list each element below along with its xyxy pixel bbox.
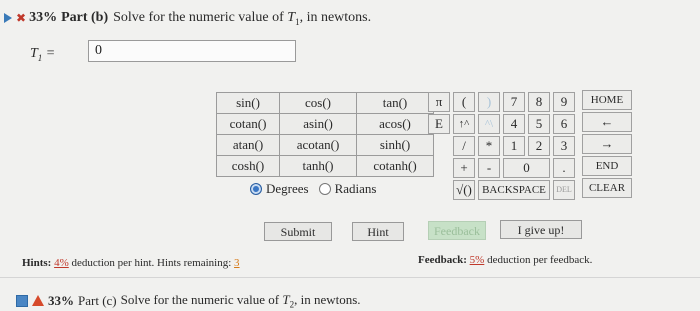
key-1[interactable]: 1 [503, 136, 525, 156]
sqrt-key[interactable]: √() [453, 180, 475, 200]
decimal-key[interactable]: . [553, 158, 575, 178]
plus-key[interactable]: + [453, 158, 475, 178]
incorrect-x-icon: ✖ [16, 11, 27, 25]
acotan-button[interactable]: acotan() [279, 134, 357, 156]
sinh-button[interactable]: sinh() [356, 134, 434, 156]
divide-key[interactable]: / [453, 136, 475, 156]
clear-key[interactable]: CLEAR [582, 178, 632, 198]
close-paren-key[interactable]: ) [478, 92, 500, 112]
cotanh-button[interactable]: cotanh() [356, 155, 434, 177]
backspace-key[interactable]: BACKSPACE [478, 180, 550, 200]
hints-info: Hints: 4% deduction per hint. Hints rema… [22, 257, 240, 269]
open-paren-key[interactable]: ( [453, 92, 475, 112]
del-key[interactable]: DEL [553, 180, 575, 200]
hints-remaining: 3 [234, 257, 240, 269]
angle-mode: Degrees Radians [250, 181, 376, 197]
divider [0, 277, 700, 278]
e-key[interactable]: E [428, 114, 450, 134]
part-b-header: ✖ 33% Part (b) Solve for the numeric val… [4, 8, 371, 28]
part-c-label: Part (c) [78, 292, 117, 308]
tanh-button[interactable]: tanh() [279, 155, 357, 177]
key-4[interactable]: 4 [503, 114, 525, 134]
pi-key[interactable]: π [428, 92, 450, 112]
collapse-square-icon[interactable] [16, 294, 28, 307]
hint-button[interactable]: Hint [352, 222, 404, 241]
key-8[interactable]: 8 [528, 92, 550, 112]
sin-button[interactable]: sin() [216, 92, 280, 114]
atan-button[interactable]: atan() [216, 134, 280, 156]
feedback-info: Feedback: 5% deduction per feedback. [418, 254, 593, 266]
degrees-radio[interactable] [250, 183, 262, 195]
part-c-percent: 33% [48, 292, 74, 308]
tan-button[interactable]: tan() [356, 92, 434, 114]
warning-triangle-icon [32, 295, 44, 307]
feedback-deduction: 5% [469, 254, 485, 266]
expand-arrow-icon[interactable] [4, 13, 12, 23]
give-up-button[interactable]: I give up! [500, 220, 582, 239]
key-9[interactable]: 9 [553, 92, 575, 112]
part-b-prompt: Solve for the numeric value of T1, in ne… [113, 9, 372, 27]
right-arrow-key[interactable]: → [582, 134, 632, 154]
end-key[interactable]: END [582, 156, 632, 176]
hint-deduction: 4% [54, 257, 69, 269]
feedback-button[interactable]: Feedback [428, 221, 486, 240]
key-0[interactable]: 0 [503, 158, 550, 178]
key-6[interactable]: 6 [553, 114, 575, 134]
minus-key[interactable]: - [478, 158, 500, 178]
part-c-header[interactable]: 33% Part (c) Solve for the numeric value… [16, 292, 361, 310]
acos-button[interactable]: acos() [356, 113, 434, 135]
key-3[interactable]: 3 [553, 136, 575, 156]
multiply-key[interactable]: * [478, 136, 500, 156]
key-5[interactable]: 5 [528, 114, 550, 134]
part-b-label: Part (b) [61, 10, 109, 25]
cos-button[interactable]: cos() [279, 92, 357, 114]
part-c-prompt: Solve for the numeric value of T2, in ne… [120, 292, 361, 310]
left-arrow-key[interactable]: ← [582, 112, 632, 132]
answer-label: T1 = [30, 46, 56, 63]
answer-input[interactable] [88, 40, 296, 62]
submit-button[interactable]: Submit [264, 222, 332, 241]
key-2[interactable]: 2 [528, 136, 550, 156]
key-7[interactable]: 7 [503, 92, 525, 112]
caret-key[interactable]: ^\ [478, 114, 500, 134]
cotan-button[interactable]: cotan() [216, 113, 280, 135]
function-table: sin() cos() tan() cotan() asin() acos() … [216, 92, 434, 177]
radians-radio[interactable] [318, 183, 331, 195]
asin-button[interactable]: asin() [279, 113, 357, 135]
power-key[interactable]: ↑^ [453, 114, 475, 134]
home-key[interactable]: HOME [582, 90, 632, 110]
part-b-percent: 33% [29, 10, 58, 25]
radians-label: Radians [334, 181, 377, 196]
degrees-label: Degrees [266, 181, 309, 196]
cosh-button[interactable]: cosh() [216, 155, 280, 177]
